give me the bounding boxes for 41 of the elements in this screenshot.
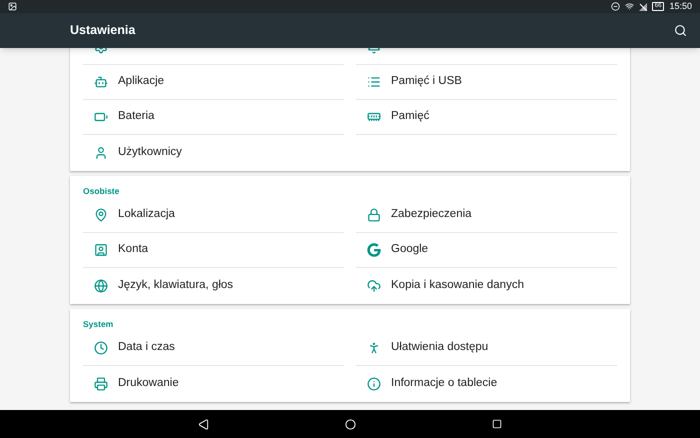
setting-label[interactable]: Aplikacje <box>118 73 164 91</box>
globe-icon <box>94 278 108 292</box>
setting-label[interactable]: Zabezpieczenia <box>391 206 472 224</box>
section-header: System <box>83 318 114 331</box>
setting-label[interactable]: Bateria <box>118 108 154 126</box>
android-icon <box>94 75 108 89</box>
location-pin-icon <box>94 208 108 222</box>
setting-label[interactable]: Pamięć i USB <box>391 73 462 91</box>
contact-card-icon <box>94 243 108 257</box>
app-title: Ustawienia <box>70 22 136 40</box>
memory-chip-icon <box>366 110 380 124</box>
battery-icon <box>94 110 108 124</box>
printer-icon <box>94 376 108 390</box>
section-header: Osobiste <box>83 185 120 198</box>
user-icon <box>94 146 108 160</box>
setting-label[interactable]: Drukowanie <box>118 374 179 392</box>
setting-label[interactable]: Język, klawiatura, głos <box>118 276 234 294</box>
setting-label[interactable]: Lokalizacja <box>118 206 175 224</box>
do-not-disturb-icon <box>610 2 620 11</box>
lock-icon <box>366 208 380 222</box>
wifi-icon <box>624 2 634 11</box>
setting-label[interactable]: Informacje o tablecie <box>391 374 498 392</box>
info-icon <box>366 376 380 390</box>
home-icon[interactable] <box>345 418 356 430</box>
cloud-upload-icon <box>366 278 380 292</box>
setting-label[interactable]: Ułatwienia dostępu <box>391 339 488 357</box>
clock-time: 15:50 <box>669 0 692 13</box>
storage-list-icon <box>366 75 380 89</box>
recents-icon[interactable] <box>492 419 502 429</box>
search-icon[interactable] <box>674 24 687 37</box>
setting-label[interactable]: Konta <box>118 241 148 259</box>
setting-label[interactable]: Pamięć <box>391 108 430 126</box>
clock-icon <box>94 341 108 355</box>
no-signal-icon <box>638 2 647 10</box>
picture-icon <box>8 2 17 11</box>
setting-label[interactable]: Data i czas <box>118 339 175 357</box>
google-g-icon <box>366 243 380 257</box>
setting-label[interactable]: Kopia i kasowanie danych <box>391 276 524 294</box>
back-icon[interactable] <box>198 418 209 430</box>
setting-label[interactable]: Google <box>391 241 428 259</box>
setting-label[interactable]: Użytkownicy <box>118 144 182 162</box>
